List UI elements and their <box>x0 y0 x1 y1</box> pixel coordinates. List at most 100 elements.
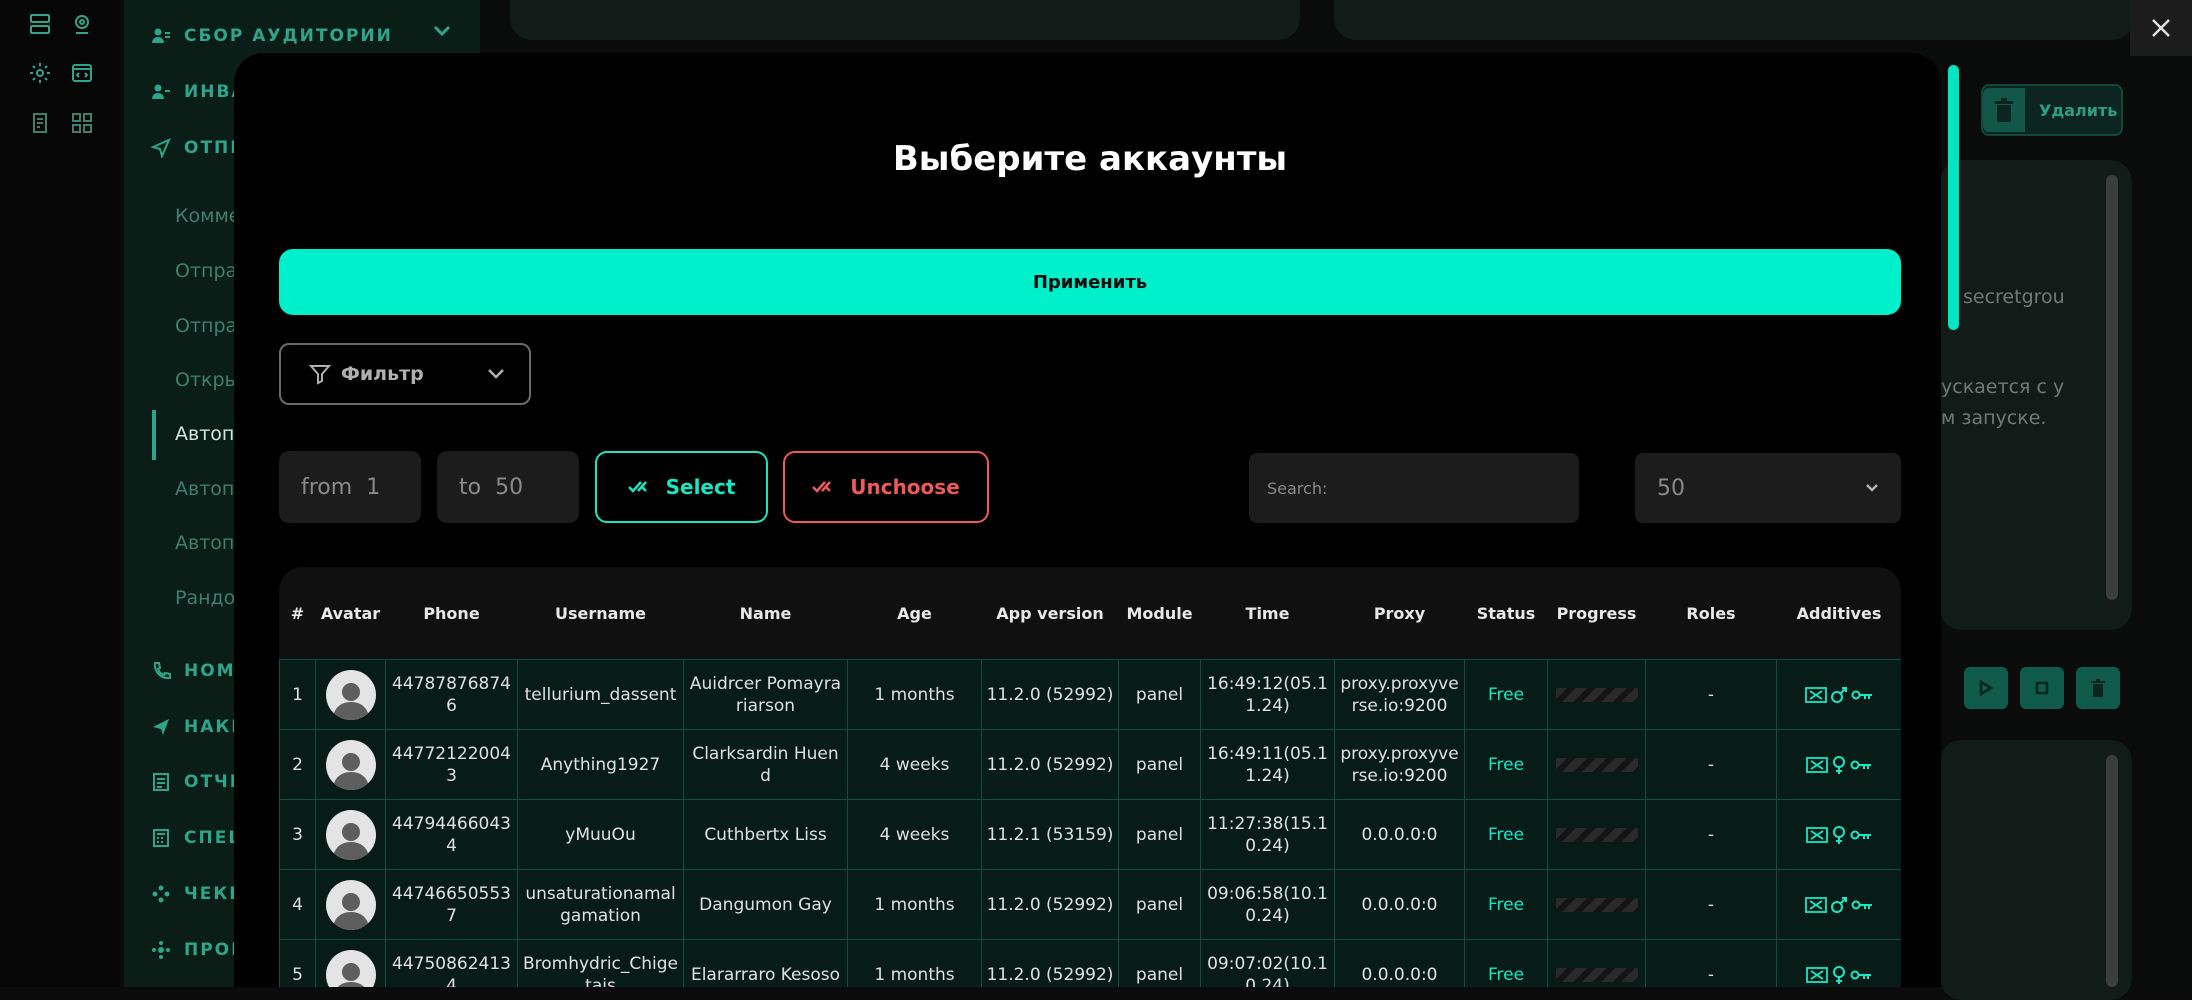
column-header[interactable]: # <box>280 567 316 660</box>
progress-bar <box>1555 757 1638 772</box>
table-row[interactable]: 3 447944660434 yMuuOu Cuthbertx Liss 4 weeks… <box>279 799 1901 870</box>
app-version-cell: 11.2.0 (52992) <box>981 729 1119 800</box>
network-icon <box>150 883 172 905</box>
age-cell: 1 months <box>847 659 982 730</box>
proxy-cell: 0.0.0.0:0 <box>1334 799 1465 870</box>
table-row[interactable]: 1 447878768746 tellurium_dassent Auidrcer P… <box>279 659 1901 730</box>
sidebar-section-check[interactable]: ЧЕКЕ <box>150 876 243 912</box>
sidebar-sub-item[interactable]: Комме <box>175 205 240 227</box>
chevron-down-icon[interactable] <box>432 24 452 38</box>
progress-bar <box>1555 967 1638 982</box>
range-from-input[interactable]: from 1 <box>279 451 421 523</box>
play-button[interactable] <box>1964 667 2008 709</box>
background-scrollbar[interactable] <box>2106 175 2118 600</box>
name-cell: Auidrcer Pomayrariarson <box>683 659 848 730</box>
additives-cell <box>1776 729 1901 800</box>
progress-cell <box>1547 659 1646 730</box>
male-icon <box>1831 896 1847 913</box>
column-header[interactable]: App version <box>982 567 1119 660</box>
column-header[interactable]: Age <box>848 567 982 660</box>
settings-icon[interactable] <box>24 57 56 89</box>
username-cell: Anything1927 <box>517 729 684 800</box>
additives-cell <box>1776 799 1901 870</box>
status-cell: Free <box>1464 869 1548 940</box>
column-header[interactable]: Additives <box>1777 567 1902 660</box>
additives-cell <box>1776 869 1901 940</box>
modal-scrollbar[interactable] <box>1948 65 1959 330</box>
delete-label: Удалить <box>2039 100 2118 120</box>
roles-cell: - <box>1645 729 1777 800</box>
unchoose-label: Unchoose <box>850 475 960 499</box>
name-cell: Dangumon Gay <box>683 869 848 940</box>
sidebar-sub-item[interactable]: Автоп <box>175 423 234 445</box>
grid-icon[interactable] <box>66 107 98 139</box>
username-cell: unsaturationamalgamation <box>517 869 684 940</box>
column-header[interactable]: Status <box>1465 567 1548 660</box>
proxy-cell: proxy.proxyverse.io:9200 <box>1334 729 1465 800</box>
sidebar-section-nakr[interactable]: НАКР <box>150 709 246 745</box>
stop-button[interactable] <box>2020 667 2064 709</box>
unchoose-button[interactable]: Unchoose <box>783 451 989 523</box>
status-cell: Free <box>1464 659 1548 730</box>
phone-cell: 447508624134 <box>385 939 518 987</box>
name-cell: Elararraro Kesoso <box>683 939 848 987</box>
per-page-select[interactable]: 50 <box>1635 453 1901 523</box>
sidebar-sub-item[interactable]: Откры <box>175 369 240 391</box>
column-header[interactable]: Module <box>1119 567 1201 660</box>
sidebar-section-prok[interactable]: ПРОК <box>150 932 247 968</box>
sidebar-section-inva[interactable]: ИНВА <box>150 74 247 110</box>
select-accounts-modal: Выберите аккаунты Применить Фильтр from … <box>234 53 1941 987</box>
row-number: 4 <box>279 869 316 940</box>
sidebar-sub-item[interactable]: Рандо <box>175 587 235 609</box>
column-header[interactable]: Proxy <box>1335 567 1465 660</box>
column-header[interactable]: Avatar <box>316 567 386 660</box>
accounts-table: # Avatar Phone Username Name Age App ver… <box>279 567 1901 987</box>
double-check-icon <box>812 480 838 494</box>
sidebar-sub-item[interactable]: Автоп <box>175 532 234 554</box>
table-row[interactable]: 5 447508624134 Bromhydric_Chigetais Elararr… <box>279 939 1901 987</box>
avatar-icon <box>336 962 365 987</box>
delete-button[interactable]: Удалить <box>1981 84 2123 136</box>
column-header[interactable]: Username <box>518 567 684 660</box>
sidebar-sub-item[interactable]: Автоп <box>175 478 234 500</box>
table-row[interactable]: 2 447721220043 Anything1927 Clarksardin Hue… <box>279 729 1901 800</box>
column-header[interactable]: Progress <box>1548 567 1646 660</box>
background-text: secretgrou <box>1963 286 2065 308</box>
select-button[interactable]: Select <box>595 451 768 523</box>
column-header[interactable]: Time <box>1201 567 1335 660</box>
background-scrollbar[interactable] <box>2106 755 2118 987</box>
code-window-icon[interactable] <box>66 57 98 89</box>
filter-dropdown[interactable]: Фильтр <box>279 343 531 405</box>
sidebar-section-audience[interactable]: СБОР АУДИТОРИИ <box>150 18 393 54</box>
range-to-input[interactable]: to 50 <box>437 451 579 523</box>
column-header[interactable]: Name <box>684 567 848 660</box>
table-row[interactable]: 4 447466505537 unsaturationamalgamation Dan… <box>279 869 1901 940</box>
per-page-value: 50 <box>1657 475 1685 501</box>
column-header[interactable]: Phone <box>386 567 518 660</box>
sidebar-section-spec[interactable]: СПЕЦ <box>150 820 246 856</box>
sidebar-sub-item[interactable]: Отпра <box>175 315 237 337</box>
search-input[interactable]: Search: <box>1249 453 1579 523</box>
filter-label: Фильтр <box>341 363 424 385</box>
progress-cell <box>1547 729 1646 800</box>
proxy-icon <box>150 939 172 961</box>
range-from-label: from <box>301 474 353 500</box>
app-version-cell: 11.2.0 (52992) <box>981 659 1119 730</box>
app-version-cell: 11.2.1 (53159) <box>981 799 1119 870</box>
server-icon[interactable] <box>24 8 56 40</box>
progress-bar <box>1555 827 1638 842</box>
progress-cell <box>1547 939 1646 987</box>
apply-button[interactable]: Применить <box>279 249 1901 315</box>
card-icon <box>1805 686 1827 703</box>
close-button[interactable] <box>2130 0 2192 56</box>
webcam-icon[interactable] <box>66 8 98 40</box>
avatar <box>315 869 386 940</box>
column-header[interactable]: Roles <box>1646 567 1777 660</box>
document-icon[interactable] <box>24 107 56 139</box>
module-cell: panel <box>1118 869 1201 940</box>
module-cell: panel <box>1118 729 1201 800</box>
trash-button[interactable] <box>2076 667 2120 709</box>
app-version-cell: 11.2.0 (52992) <box>981 869 1119 940</box>
sidebar-sub-item[interactable]: Отпра <box>175 260 237 282</box>
table-header-row: # Avatar Phone Username Name Age App ver… <box>280 567 1902 660</box>
